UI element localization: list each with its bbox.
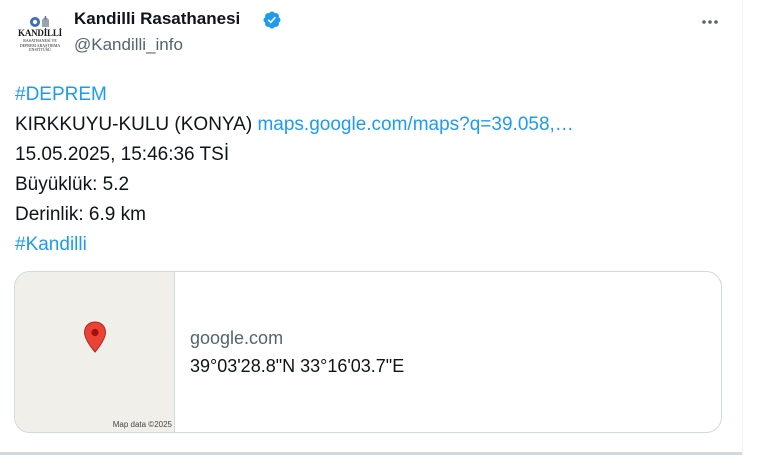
more-options-button[interactable] xyxy=(694,6,726,38)
map-attribution: Map data ©2025 xyxy=(112,420,172,429)
display-name[interactable]: Kandilli Rasathanesi xyxy=(74,9,240,29)
magnitude-text: Büyüklük: 5.2 xyxy=(15,174,130,195)
avatar-logo-text: KANDİLLİ xyxy=(18,28,62,38)
depth-text: Derinlik: 6.9 km xyxy=(15,204,146,225)
card-title: 39°03'28.8"N 33°16'03.7"E xyxy=(190,356,405,376)
more-dots-icon xyxy=(702,20,718,24)
map-pin-icon xyxy=(83,321,107,353)
hashtag-kandilli-link[interactable]: #Kandilli xyxy=(15,234,87,255)
card-domain: google.com xyxy=(190,328,284,348)
location-text: KIRKKUYU-KULU (KONYA) xyxy=(15,114,253,135)
tweet[interactable]: KANDİLLİ RASATHANESİ VE DEPREM ARAŞTIRMA… xyxy=(0,0,742,455)
maps-url-link[interactable]: maps.google.com/maps?q=39.058,… xyxy=(257,114,573,135)
datetime-text: 15.05.2025, 15:46:36 TSİ xyxy=(15,144,230,165)
tweet-text: #DEPREM KIRKKUYU-KULU (KONYA) maps.googl… xyxy=(15,80,574,260)
avatar[interactable]: KANDİLLİ RASATHANESİ VE DEPREM ARAŞTIRMA… xyxy=(16,12,64,60)
user-handle[interactable]: @Kandilli_info xyxy=(74,35,183,55)
avatar-logo-subtext: RASATHANESİ VE DEPREM ARAŞTIRMA ENSTİTÜS… xyxy=(19,38,61,52)
verified-badge-icon xyxy=(263,11,281,29)
link-preview-card[interactable]: Map data ©2025 google.com 39°03'28.8"N 3… xyxy=(14,271,722,433)
observatory-emblem-icon xyxy=(30,16,49,27)
hashtag-deprem-link[interactable]: #DEPREM xyxy=(15,84,107,105)
map-thumbnail[interactable]: Map data ©2025 xyxy=(15,272,175,432)
column-divider xyxy=(742,0,743,455)
